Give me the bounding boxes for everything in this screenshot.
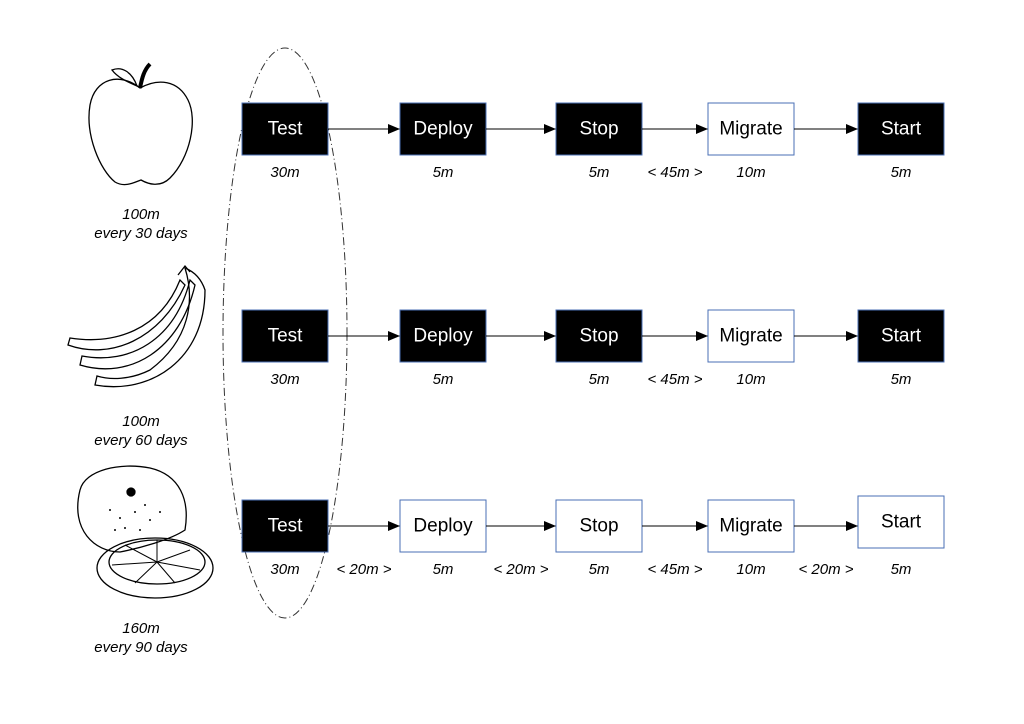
row-banana: 100m every 60 days Test 30m Deploy 5m Stop 5m < … [94, 309, 945, 449]
fruit-interval: every 30 days [94, 225, 188, 242]
step-duration: 5m [433, 371, 454, 388]
step-duration: 5m [433, 164, 454, 181]
step-label: Test [268, 326, 304, 347]
orange-icon [77, 465, 214, 599]
step-label: Deploy [413, 119, 473, 140]
step-duration: 5m [589, 561, 610, 578]
step-duration: 5m [891, 371, 912, 388]
step-deploy[interactable]: Deploy 5m [399, 499, 487, 578]
step-duration: 30m [270, 371, 299, 388]
step-start[interactable]: Start 5m [857, 102, 945, 181]
step-label: Migrate [719, 119, 782, 140]
step-stop[interactable]: Stop 5m [555, 309, 643, 388]
step-migrate[interactable]: Migrate 10m [707, 102, 795, 181]
step-test[interactable]: Test 30m [241, 309, 329, 388]
step-label: Deploy [413, 516, 473, 537]
deployment-diagram: 100m every 30 days Test 30m Deploy 5m Stop 5m < … [67, 47, 945, 656]
step-label: Start [881, 512, 922, 533]
fruit-size: 160m [122, 620, 160, 637]
fruit-size: 100m [122, 206, 160, 223]
step-label: Stop [579, 119, 618, 140]
step-duration: 5m [891, 561, 912, 578]
step-deploy[interactable]: Deploy 5m [399, 309, 487, 388]
step-label: Start [881, 326, 922, 347]
step-duration: 5m [433, 561, 454, 578]
step-deploy[interactable]: Deploy 5m [399, 102, 487, 181]
step-test[interactable]: Test 30m [241, 102, 329, 181]
step-duration: 30m [270, 561, 299, 578]
row-orange: 160m every 90 days Test 30m < 20m > Deploy 5m <… [94, 495, 945, 656]
gap-duration: < 45m > [647, 561, 702, 578]
step-duration: 5m [589, 371, 610, 388]
gap-duration: < 20m > [493, 561, 548, 578]
step-test[interactable]: Test 30m [241, 499, 329, 578]
step-migrate[interactable]: Migrate 10m [707, 309, 795, 388]
step-start[interactable]: Start 5m [857, 309, 945, 388]
step-duration: 5m [589, 164, 610, 181]
step-start[interactable]: Start 5m [857, 495, 945, 578]
step-duration: 10m [736, 371, 765, 388]
step-label: Migrate [719, 516, 782, 537]
step-label: Migrate [719, 326, 782, 347]
step-stop[interactable]: Stop 5m [555, 102, 643, 181]
row-apple: 100m every 30 days Test 30m Deploy 5m Stop 5m < … [94, 102, 945, 242]
gap-duration: < 45m > [647, 164, 702, 181]
apple-icon [88, 62, 193, 186]
step-label: Deploy [413, 326, 473, 347]
fruit-interval: every 60 days [94, 432, 188, 449]
step-label: Start [881, 119, 922, 140]
step-migrate[interactable]: Migrate 10m [707, 499, 795, 578]
step-label: Stop [579, 516, 618, 537]
banana-icon [67, 264, 206, 388]
gap-duration: < 20m > [798, 561, 853, 578]
step-stop[interactable]: Stop 5m [555, 499, 643, 578]
step-label: Stop [579, 326, 618, 347]
step-duration: 10m [736, 164, 765, 181]
fruit-interval: every 90 days [94, 639, 188, 656]
step-label: Test [268, 516, 304, 537]
gap-duration: < 45m > [647, 371, 702, 388]
step-duration: 10m [736, 561, 765, 578]
gap-duration: < 20m > [336, 561, 391, 578]
fruit-size: 100m [122, 413, 160, 430]
step-duration: 30m [270, 164, 299, 181]
step-label: Test [268, 119, 304, 140]
step-duration: 5m [891, 164, 912, 181]
